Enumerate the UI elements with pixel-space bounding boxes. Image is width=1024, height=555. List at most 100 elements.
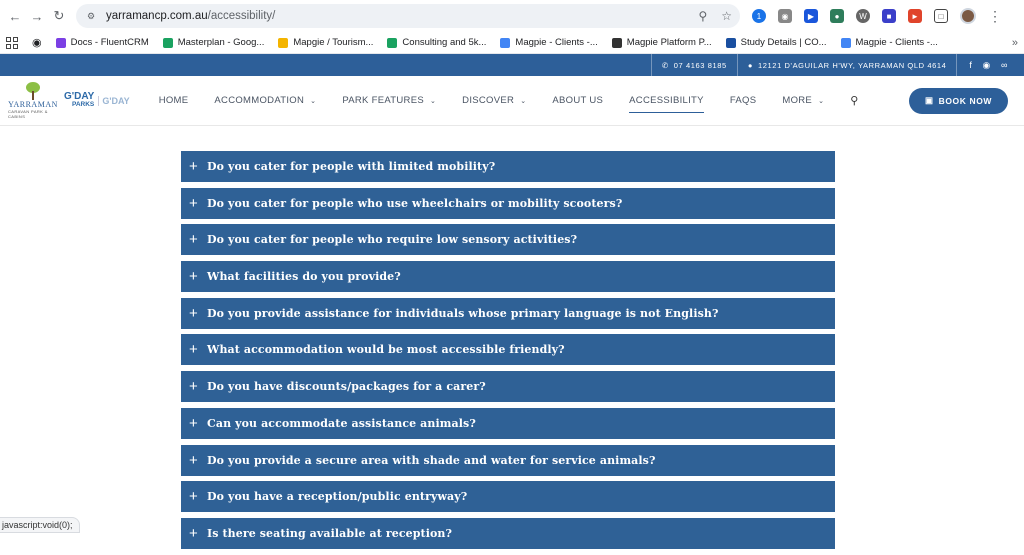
browser-toolbar: ← → ↻ ⚙ yarramancp.com.au/accessibility/… [0, 0, 1024, 32]
plus-icon: + [189, 194, 198, 212]
back-icon[interactable]: ← [4, 5, 26, 27]
nav-park-features[interactable]: PARK FEATURES ⌄ [342, 95, 436, 106]
nav-home-label: HOME [158, 95, 189, 106]
faq-question[interactable]: + Do you have discounts/packages for a ca… [181, 371, 835, 403]
nav-accessibility[interactable]: ACCESSIBILITY [629, 95, 704, 113]
address-text: 12121 D'AGUILAR H'WY, YARRAMAN QLD 4614 [757, 60, 947, 70]
nav-discover-label: DISCOVER [462, 95, 515, 106]
address-contact[interactable]: ● 12121 D'AGUILAR H'WY, YARRAMAN QLD 461… [748, 61, 947, 70]
bookmark-item[interactable]: Consulting and 5k... [387, 37, 486, 48]
faq-question[interactable]: + Do you provide assistance for individua… [181, 297, 835, 329]
bookmark-favicon-icon [278, 37, 289, 48]
bookmark-item[interactable]: Docs - FluentCRM [55, 37, 149, 48]
zoom-icon[interactable]: ⚲ [698, 9, 707, 23]
nav-home[interactable]: HOME [159, 95, 189, 106]
location-pin-icon: ● [747, 60, 753, 70]
phone-number: 07 4163 8185 [673, 60, 727, 70]
faq-question-text: Do you have a reception/public entryway? [207, 490, 468, 504]
chevron-down-icon: ⌄ [310, 97, 317, 105]
faq-question-text: Is there seating available at reception? [207, 526, 453, 540]
faq-question[interactable]: + Do you provide a secure area with shade… [181, 444, 835, 476]
password-manager-icon[interactable]: 1 [752, 9, 766, 23]
faq-question-text: Do you cater for people with limited mob… [207, 160, 496, 173]
profile-avatar[interactable] [960, 8, 976, 24]
nav-park-features-label: PARK FEATURES [342, 95, 424, 106]
nav-faqs[interactable]: FAQS [730, 95, 757, 106]
bookmark-favicon-icon [55, 37, 66, 48]
bookmark-favicon-icon [611, 37, 622, 48]
plus-icon: + [189, 378, 198, 396]
plus-icon: + [189, 341, 198, 359]
nav-accommodation[interactable]: ACCOMMODATION ⌄ [214, 95, 316, 106]
gday-parks-logo[interactable]: G'DAY PARKS [64, 92, 94, 109]
bookmark-label: Mapgie / Tourism... [293, 37, 374, 48]
tree-icon [24, 82, 42, 100]
reload-icon[interactable]: ↻ [48, 5, 70, 27]
contact-bar: ✆ 07 4163 8185 ● 12121 D'AGUILAR H'WY, Y… [0, 54, 1024, 76]
bookmark-item[interactable]: Magpie - Clients -... [500, 37, 598, 48]
book-now-label: BOOK NOW [938, 95, 993, 106]
play-extension-icon[interactable]: ▶ [804, 9, 818, 23]
bookmark-item[interactable]: Mapgie / Tourism... [278, 37, 373, 48]
gday-rewards-logo[interactable]: G'DAY [98, 95, 130, 106]
instagram-icon[interactable]: ◉ [983, 60, 991, 71]
phone-icon: ✆ [661, 60, 669, 70]
bookmark-item[interactable]: Magpie - Clients -... [840, 37, 938, 48]
nav-accommodation-label: ACCOMMODATION [214, 95, 305, 106]
bookmark-star-icon[interactable]: ☆ [721, 9, 732, 23]
bookmark-favicon-icon [500, 37, 511, 48]
bookmark-label: Magpie Platform P... [626, 37, 712, 48]
bookmark-favicon-icon [387, 37, 398, 48]
faq-question[interactable]: + Do you cater for people who require low… [181, 224, 835, 256]
address-bar[interactable]: ⚙ yarramancp.com.au/accessibility/ ⚲ ☆ [76, 4, 740, 28]
park-name: YARRAMAN [8, 100, 58, 109]
faq-question-text: Can you accommodate assistance animals? [207, 416, 476, 430]
bookmark-label: Consulting and 5k... [402, 37, 487, 48]
nav-discover[interactable]: DISCOVER ⌄ [462, 95, 526, 106]
wordpress-icon[interactable]: W [856, 9, 870, 23]
faq-question[interactable]: + Is there seating available at reception… [181, 517, 835, 549]
phone-contact[interactable]: ✆ 07 4163 8185 [662, 61, 727, 70]
puzzle-icon[interactable]: □ [934, 9, 948, 23]
yarraman-logo[interactable]: YARRAMAN CARAVAN PARK & CABINS [8, 82, 58, 119]
bookmark-favicon-icon [840, 37, 851, 48]
globe-icon[interactable]: ◉ [32, 36, 42, 49]
extensions-bar: 1 ◉ ▶ ● W ■ ► □ ⋮ [752, 8, 1002, 25]
search-icon[interactable]: ⚲ [850, 94, 858, 107]
main-nav: HOME ACCOMMODATION ⌄ PARK FEATURES ⌄ DISCO… [159, 94, 859, 113]
nav-about-us[interactable]: ABOUT US [552, 95, 603, 106]
bookmark-item[interactable]: Masterplan - Goog... [162, 37, 264, 48]
bookmark-item[interactable]: Magpie Platform P... [611, 37, 712, 48]
site-info-icon[interactable]: ⚙ [84, 9, 98, 23]
faq-question[interactable]: + Can you accommodate assistance animals? [181, 407, 835, 439]
faq-question[interactable]: + Do you cater for people with limited mo… [181, 151, 835, 182]
bookmark-favicon-icon [162, 37, 173, 48]
faq-question[interactable]: + Do you cater for people who use wheelch… [181, 187, 835, 219]
plus-icon: + [189, 268, 198, 286]
tripadvisor-icon[interactable]: ∞ [1001, 60, 1008, 71]
book-now-button[interactable]: ▣ BOOK NOW [909, 87, 1008, 114]
nav-accessibility-label: ACCESSIBILITY [629, 95, 704, 106]
nav-more[interactable]: MORE ⌄ [782, 95, 824, 106]
faq-question[interactable]: + What accommodation would be most access… [181, 334, 835, 366]
parks-logo-text: PARKS [72, 101, 95, 109]
site-header: YARRAMAN CARAVAN PARK & CABINS G'DAY PAR… [0, 76, 1024, 126]
faq-question[interactable]: + What facilities do you provide? [181, 261, 835, 293]
browser-menu-icon[interactable]: ⋮ [988, 8, 1002, 25]
forward-icon[interactable]: → [26, 5, 48, 27]
more-bookmarks-icon[interactable]: » [1012, 37, 1018, 49]
camera-icon[interactable]: ◉ [778, 9, 792, 23]
faq-question-text: Do you provide assistance for individual… [207, 306, 719, 320]
url-path: /accessibility/ [207, 10, 276, 22]
bookmark-item[interactable]: Study Details | CO... [725, 37, 827, 48]
nav-more-label: MORE [782, 95, 813, 106]
apps-grid-icon[interactable] [6, 36, 18, 49]
megaphone-icon[interactable]: ► [908, 9, 922, 23]
bookmarks-bar: ◉ Docs - FluentCRM Masterplan - Goog... Ma… [0, 32, 1024, 54]
faq-question[interactable]: + Do you have a reception/public entryway… [181, 481, 835, 513]
bookmark-extension-icon[interactable]: ■ [882, 9, 896, 23]
bookmark-favicon-icon [725, 37, 736, 48]
bookmark-label: Magpie - Clients -... [515, 37, 598, 48]
facebook-icon[interactable]: f [969, 60, 972, 71]
extension-icon[interactable]: ● [830, 9, 844, 23]
